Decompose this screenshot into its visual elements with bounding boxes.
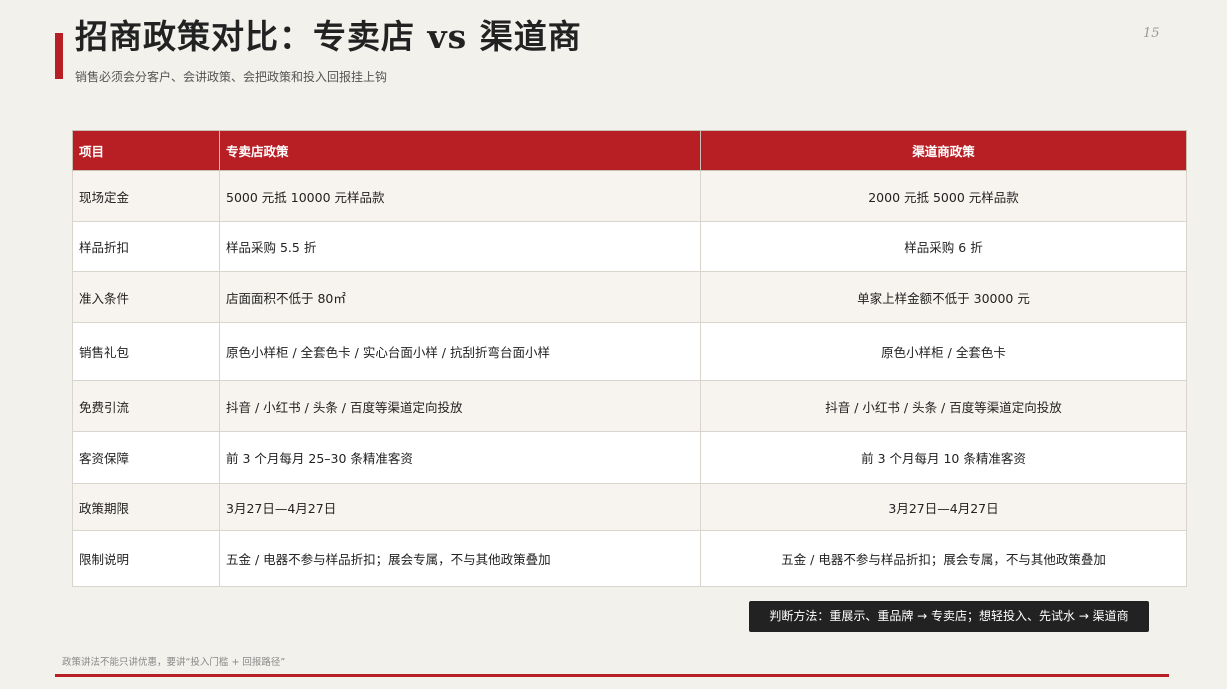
table-row: 免费引流 抖音 / 小红书 / 头条 / 百度等渠道定向投放 抖音 / 小红书 … (72, 380, 1187, 432)
store-policy-cell: 样品采购 5.5 折 (219, 221, 701, 272)
table-row: 限制说明 五金 / 电器不参与样品折扣；展会专属，不与其他政策叠加 五金 / 电… (72, 530, 1187, 587)
row-label: 客资保障 (72, 431, 220, 484)
row-label: 免费引流 (72, 380, 220, 432)
row-label: 样品折扣 (72, 221, 220, 272)
row-label: 政策期限 (72, 483, 220, 531)
page-number: 15 (1143, 26, 1160, 41)
channel-policy-cell: 2000 元抵 5000 元样品款 (700, 170, 1187, 222)
channel-policy-cell: 原色小样柜 / 全套色卡 (700, 322, 1187, 381)
store-policy-cell: 3月27日—4月27日 (219, 483, 701, 531)
header-channel-policy: 渠道商政策 (700, 130, 1187, 171)
channel-policy-cell: 样品采购 6 折 (700, 221, 1187, 272)
header-item: 项目 (72, 130, 220, 171)
store-policy-cell: 原色小样柜 / 全套色卡 / 实心台面小样 / 抗刮折弯台面小样 (219, 322, 701, 381)
channel-policy-cell: 五金 / 电器不参与样品折扣；展会专属，不与其他政策叠加 (700, 530, 1187, 587)
table-row: 样品折扣 样品采购 5.5 折 样品采购 6 折 (72, 221, 1187, 272)
policy-comparison-table: 项目 专卖店政策 渠道商政策 现场定金 5000 元抵 10000 元样品款 2… (72, 130, 1187, 587)
slide-subtitle: 销售必须会分客户、会讲政策、会把政策和投入回报挂上钩 (75, 70, 388, 84)
row-label: 销售礼包 (72, 322, 220, 381)
table-row: 政策期限 3月27日—4月27日 3月27日—4月27日 (72, 483, 1187, 531)
bottom-rule (55, 674, 1169, 677)
slide-title: 招商政策对比：专卖店 vs 渠道商 (75, 17, 582, 56)
table-row: 客资保障 前 3 个月每月 25–30 条精准客资 前 3 个月每月 10 条精… (72, 431, 1187, 484)
table-header-row: 项目 专卖店政策 渠道商政策 (72, 130, 1187, 171)
channel-policy-cell: 单家上样金额不低于 30000 元 (700, 271, 1187, 323)
row-label: 限制说明 (72, 530, 220, 587)
store-policy-cell: 五金 / 电器不参与样品折扣；展会专属，不与其他政策叠加 (219, 530, 701, 587)
table-row: 现场定金 5000 元抵 10000 元样品款 2000 元抵 5000 元样品… (72, 170, 1187, 222)
row-label: 现场定金 (72, 170, 220, 222)
table-row: 准入条件 店面面积不低于 80㎡ 单家上样金额不低于 30000 元 (72, 271, 1187, 323)
channel-policy-cell: 前 3 个月每月 10 条精准客资 (700, 431, 1187, 484)
store-policy-cell: 店面面积不低于 80㎡ (219, 271, 701, 323)
table-row: 销售礼包 原色小样柜 / 全套色卡 / 实心台面小样 / 抗刮折弯台面小样 原色… (72, 322, 1187, 381)
footnote: 政策讲法不能只讲优惠，要讲“投入门槛 + 回报路径” (62, 657, 286, 668)
decision-tip-box: 判断方法：重展示、重品牌 → 专卖店；想轻投入、先试水 → 渠道商 (749, 601, 1149, 632)
store-policy-cell: 抖音 / 小红书 / 头条 / 百度等渠道定向投放 (219, 380, 701, 432)
row-label: 准入条件 (72, 271, 220, 323)
channel-policy-cell: 3月27日—4月27日 (700, 483, 1187, 531)
header-store-policy: 专卖店政策 (219, 130, 701, 171)
channel-policy-cell: 抖音 / 小红书 / 头条 / 百度等渠道定向投放 (700, 380, 1187, 432)
store-policy-cell: 5000 元抵 10000 元样品款 (219, 170, 701, 222)
slide: 招商政策对比：专卖店 vs 渠道商 销售必须会分客户、会讲政策、会把政策和投入回… (0, 0, 1227, 689)
title-accent-bar (55, 33, 63, 79)
store-policy-cell: 前 3 个月每月 25–30 条精准客资 (219, 431, 701, 484)
